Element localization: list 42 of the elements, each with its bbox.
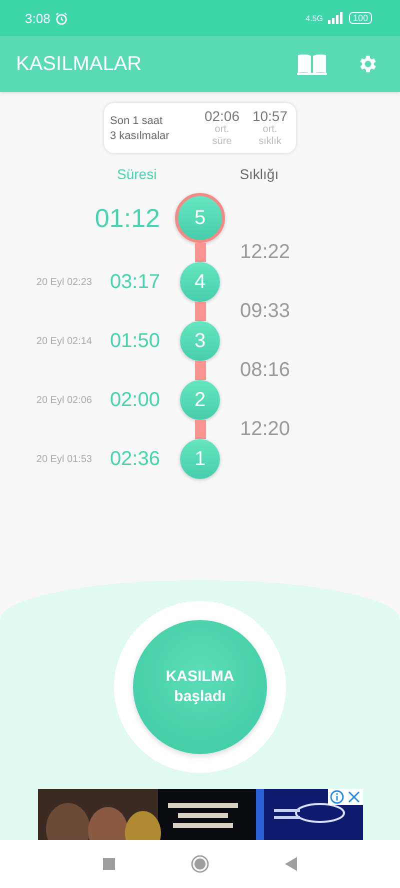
start-contraction-button[interactable]: KASILMA başladı [133,620,267,754]
book-icon[interactable] [297,53,327,75]
contraction-interval: 12:20 [240,420,290,439]
timeline-connector [194,243,206,262]
frequency-heading: Sıklığı [240,166,279,182]
summary-count: 3 kasılmalar [110,130,170,142]
duration-heading: Süresi [117,166,157,182]
app-title: KASILMALAR [16,52,142,76]
summary-period: Son 1 saat [110,114,164,126]
stat-value: 02:06 [204,108,240,124]
contraction-duration: 02:36 [110,448,160,470]
contraction-duration: 01:50 [110,330,160,352]
contraction-interval: 08:16 [240,361,290,380]
contraction-duration: 02:00 [110,388,160,410]
contraction-node[interactable]: 2 [180,380,220,420]
stat-value: 10:57 [252,108,288,124]
timeline-connector [194,302,206,321]
contraction-node[interactable]: 3 [180,321,220,361]
timeline-connector [194,420,206,439]
back-icon[interactable] [285,857,297,871]
contraction-duration: 03:17 [110,270,160,292]
timeline-connector [194,361,206,380]
contraction-node[interactable]: 5 [175,193,225,243]
alarm-icon [55,12,68,24]
home-icon[interactable] [191,855,209,873]
contraction-node[interactable]: 4 [180,262,220,302]
close-icon[interactable] [346,790,360,804]
stat-label: ort. süre [211,124,233,148]
status-time: 3:08 [25,10,50,26]
contraction-duration: 01:12 [94,202,160,232]
contraction-interval: 09:33 [240,302,290,321]
network-label: 4.5G [306,14,323,22]
contraction-date: 20 Eyl 02:06 [36,394,92,406]
contraction-date: 20 Eyl 01:53 [36,454,92,464]
info-icon[interactable] [330,790,344,804]
stat-label: ort. sıklık [258,124,282,148]
battery-indicator: 100 [348,12,372,24]
contraction-date: 20 Eyl 02:14 [36,336,92,346]
contraction-date: 20 Eyl 02:23 [36,276,92,288]
contraction-node[interactable]: 1 [180,439,220,479]
signal-icon [328,12,344,24]
contraction-interval: 12:22 [240,243,290,262]
